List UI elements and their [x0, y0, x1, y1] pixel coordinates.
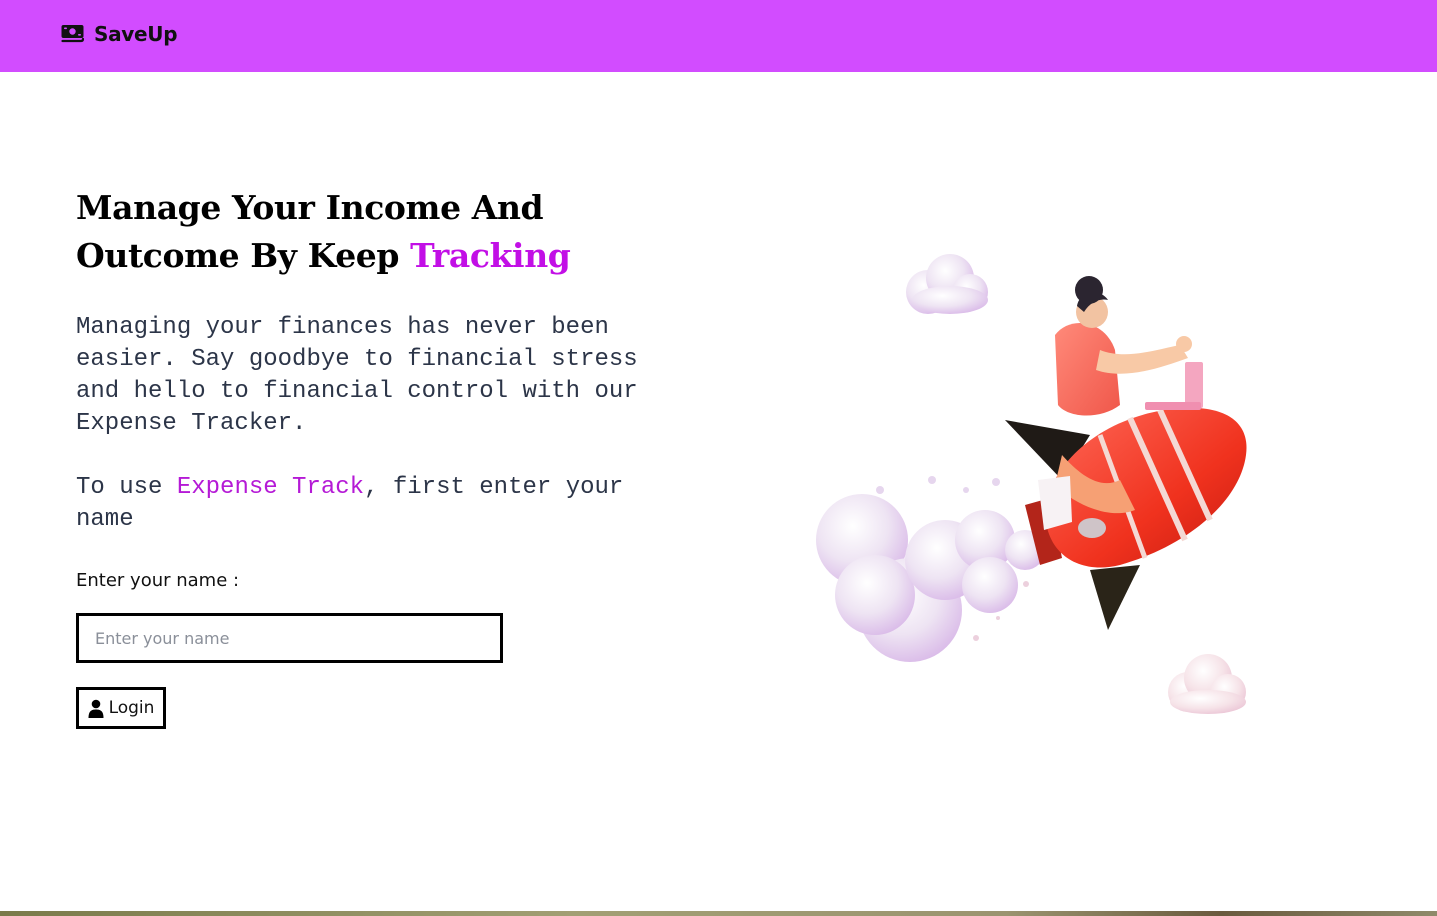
hero-intro: Managing your finances has never been ea… [76, 314, 638, 437]
name-input[interactable] [76, 613, 503, 663]
brand-name: SaveUp [94, 22, 178, 46]
exhaust-cloud [816, 476, 1045, 662]
money-bill-icon [61, 25, 84, 43]
hero-instruction: To use Expense Track, first enter your n… [76, 472, 656, 536]
instruction-accent: Expense Track [176, 474, 365, 501]
cloud-bottom [1168, 654, 1246, 714]
rocket-illustration-graphic [816, 254, 1247, 714]
headline-accent: Tracking [410, 236, 571, 275]
cloud-top [906, 254, 988, 314]
login-button[interactable]: Login [76, 687, 166, 729]
hero-headline: Manage Your Income And Outcome By Keep T… [76, 184, 676, 280]
name-label: Enter your name : [76, 570, 240, 591]
footer-strip [0, 911, 1437, 916]
login-label: Login [108, 698, 155, 718]
woman-riding-rocket-illustration [800, 240, 1270, 730]
brand-logo[interactable]: SaveUp [61, 22, 178, 46]
navbar: SaveUp [0, 0, 1437, 72]
rocket-fin-bottom [1090, 565, 1140, 630]
instruction-before: To use [76, 474, 163, 501]
user-icon [88, 699, 104, 718]
